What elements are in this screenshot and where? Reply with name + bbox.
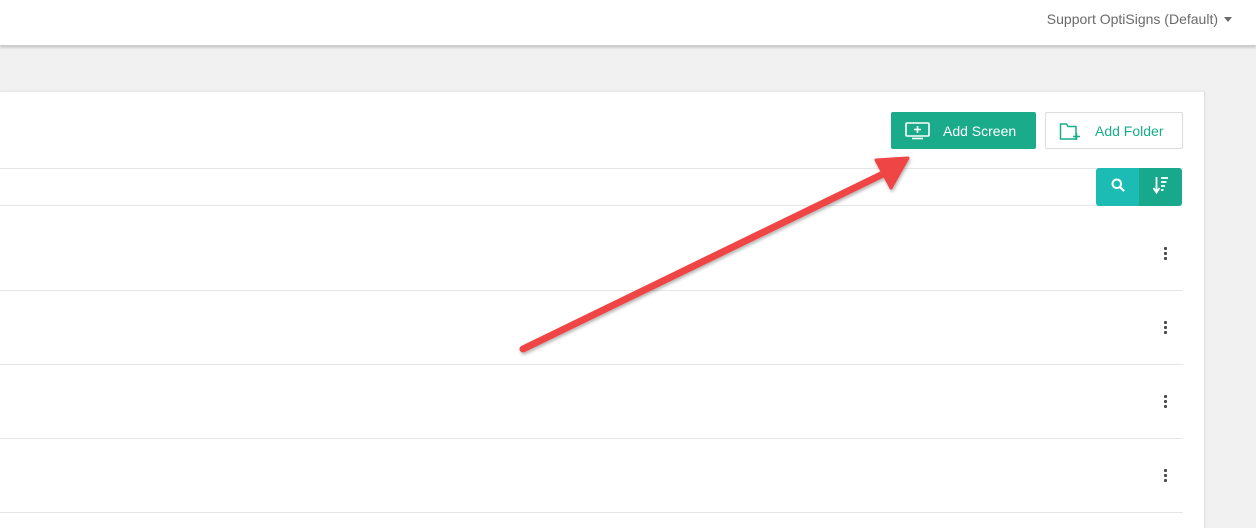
list-item[interactable] [0, 365, 1183, 439]
search-button[interactable] [1096, 168, 1139, 206]
folder-plus-icon [1059, 121, 1083, 141]
kebab-menu-icon[interactable] [1159, 393, 1171, 409]
list-item[interactable] [0, 291, 1183, 365]
account-dropdown[interactable]: Support OptiSigns (Default) [1047, 10, 1232, 28]
list-item[interactable] [0, 439, 1183, 513]
caret-down-icon [1224, 17, 1232, 22]
add-folder-label: Add Folder [1095, 122, 1164, 139]
add-screen-label: Add Screen [943, 122, 1017, 139]
kebab-menu-icon[interactable] [1159, 319, 1171, 335]
account-name: Support OptiSigns (Default) [1046, 11, 1218, 27]
screens-panel: Add Screen Add Folder [0, 91, 1205, 528]
sort-button[interactable] [1139, 168, 1182, 206]
search-bar [0, 168, 1183, 206]
search-input[interactable] [0, 169, 1096, 205]
monitor-plus-icon [905, 121, 930, 140]
search-icon [1111, 178, 1125, 197]
kebab-menu-icon[interactable] [1159, 245, 1171, 261]
screen-list [0, 206, 1183, 513]
add-folder-button[interactable]: Add Folder [1045, 112, 1183, 149]
kebab-menu-icon[interactable] [1159, 467, 1171, 483]
add-screen-button[interactable]: Add Screen [891, 112, 1036, 149]
top-navbar: Support OptiSigns (Default) [0, 0, 1256, 46]
list-item[interactable] [0, 206, 1183, 291]
sort-descending-icon [1152, 176, 1169, 199]
